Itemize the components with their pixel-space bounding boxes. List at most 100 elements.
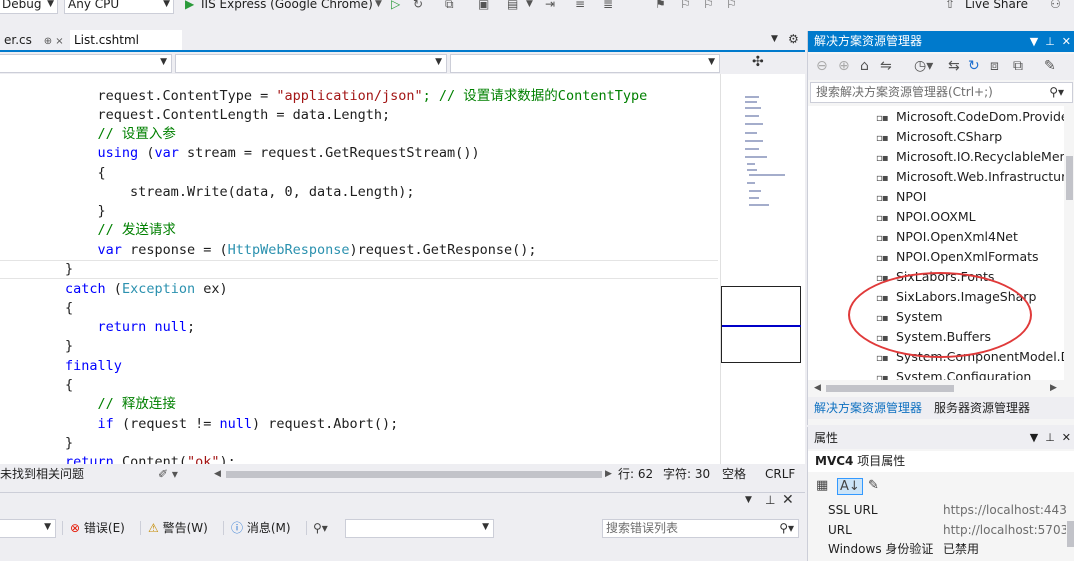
code-editor[interactable]: request.ContentType = "application/json"… [0,74,720,464]
solution-tree[interactable]: ▫▪ Microsoft.CodeDom.Providers ▫▪ Microsof… [808,106,1064,380]
gear-icon[interactable]: ⚙ [788,32,799,46]
chevron-down-icon[interactable]: ▼ [375,0,382,11]
live-share-icon[interactable]: ⇧ [945,0,955,11]
scroll-map[interactable] [720,74,805,464]
property-row[interactable]: Windows 身份验证 已禁用 [808,540,1066,559]
solution-explorer: 解决方案资源管理器 ▼ ⊥ ✕ ⊖ ⊕ ⌂ ⇋ ◷▾ ⇆ ↻ ⧈ ⧉ ✎ 搜索解… [807,31,1074,425]
char-indicator[interactable]: 字符: 30 [663,464,710,484]
reference-item[interactable]: ▫▪ System.Configuration [876,367,1031,380]
reference-item[interactable]: ▫▪ Microsoft.Web.Infrastructure [876,167,1064,187]
layout-icon[interactable]: ▤ [507,0,518,11]
comment-icon[interactable]: ≡ [575,0,585,11]
line-ending-indicator[interactable]: CRLF [765,464,795,484]
collapse-all-icon[interactable]: ⧈ [990,58,999,74]
reference-item[interactable]: ▫▪ NPOI.OOXML [876,207,976,227]
browser-link-icon[interactable]: ⧉ [445,0,454,11]
search-icon[interactable]: ⚲▾ [779,520,794,537]
folder-icon[interactable]: ▣ [478,0,489,11]
pin-icon[interactable]: ⊥ [765,493,775,507]
reference-item[interactable]: ▫▪ Microsoft.CSharp [876,127,1002,147]
forward-icon[interactable]: ⊕ [838,58,850,74]
vertical-scrollbar[interactable] [1066,519,1074,559]
panel-controls[interactable]: ▼ ⊥ ✕ [1030,427,1071,449]
show-all-files-icon[interactable]: ⧉ [1013,58,1023,74]
run-target-button[interactable]: IIS Express (Google Chrome) [201,0,373,12]
platform-dropdown[interactable]: Any CPU ▼ [64,0,174,14]
solution-search-input[interactable]: 搜索解决方案资源管理器(Ctrl+;) ⚲▾ [810,82,1073,103]
prev-bookmark-icon[interactable]: ⚐ [680,0,691,11]
code-cleanup-icon[interactable]: ✐ ▾ [158,464,178,484]
scrollbar-thumb[interactable] [826,385,954,392]
messages-filter-button[interactable]: ⓘ 消息(M) [231,517,291,539]
scroll-left-icon[interactable]: ◀ [814,383,821,393]
history-icon[interactable]: ◷▾ [914,58,933,74]
tab-solution-explorer[interactable]: 解决方案资源管理器 [814,397,922,419]
scope-dropdown[interactable]: ▼ [0,519,56,538]
scrollbar-thumb[interactable] [1066,156,1073,200]
next-bookmark-icon[interactable]: ⚐ [703,0,714,11]
tab-controller[interactable]: er.cs ⊕ × [0,30,68,50]
scrollbar-thumb[interactable] [1067,521,1074,547]
project-dropdown[interactable]: ▼ [0,54,172,73]
property-pages-icon[interactable]: ✎ [868,478,879,493]
switch-views-icon[interactable]: ⇋ [880,58,892,74]
reference-item[interactable]: ▫▪ NPOI.OpenXmlFormats [876,247,1039,267]
line-indicator[interactable]: 行: 62 [618,464,653,484]
search-icon[interactable]: ⚲▾ [1049,83,1064,102]
live-share-button[interactable]: Live Share [965,0,1028,12]
whitespace-indicator[interactable]: 空格 [722,464,746,484]
reference-item[interactable]: ▫▪ NPOI [876,187,926,207]
divider [140,521,141,535]
keyword: return [97,319,147,335]
sync-icon[interactable]: ⇆ [948,58,960,74]
scroll-right-icon[interactable]: ▶ [605,464,612,484]
errors-filter-button[interactable]: ⊗ 错误(E) [70,517,125,539]
code-line: } [0,241,73,277]
close-icon[interactable]: ⊕ × [44,36,64,47]
alphabetical-icon[interactable]: A↓ [837,478,863,495]
vertical-scrollbar[interactable] [1064,106,1074,380]
reference-item[interactable]: ▫▪ Microsoft.CodeDom.Providers [876,107,1064,127]
scroll-right-icon[interactable]: ▶ [1050,383,1057,393]
error-search-input[interactable]: 搜索错误列表 ⚲▾ [602,519,799,538]
refresh-icon[interactable]: ↻ [413,0,423,11]
refresh-icon[interactable]: ↻ [968,58,980,74]
back-icon[interactable]: ⊖ [816,58,828,74]
filter-icon[interactable]: ⚲▾ [313,517,328,539]
horizontal-scrollbar[interactable] [226,471,602,478]
configuration-dropdown[interactable]: Debug ▼ [0,0,58,14]
reference-item[interactable]: ▫▪ Microsoft.IO.RecyclableMemory [876,147,1064,167]
horizontal-scrollbar[interactable]: ◀ ▶ [808,381,1064,395]
reference-item[interactable]: ▫▪ NPOI.OpenXml4Net [876,227,1018,247]
property-object-selector[interactable]: MVC4 项目属性 [808,451,1074,472]
solution-explorer-toolbar: ⊖ ⊕ ⌂ ⇋ ◷▾ ⇆ ↻ ⧈ ⧉ ✎ [808,54,1074,80]
property-row[interactable]: SSL URL https://localhost:443 [808,501,1066,520]
indent-icon[interactable]: ⇥ [545,0,555,11]
type-dropdown[interactable]: ▼ [175,54,447,73]
platform-value: Any CPU [68,0,120,11]
tab-server-explorer[interactable]: 服务器资源管理器 [934,397,1030,419]
scroll-map-viewport[interactable] [721,286,801,363]
uncomment-icon[interactable]: ≣ [603,0,613,11]
panel-controls[interactable]: ▼ ⊥ ✕ [1030,31,1071,52]
start-without-debug-icon[interactable]: ▷ [391,0,400,11]
issues-status[interactable]: 未找到相关问题 [0,464,84,484]
home-icon[interactable]: ⌂ [860,58,869,74]
properties-icon[interactable]: ✎ [1044,58,1056,74]
property-row[interactable]: URL http://localhost:5703 [808,521,1066,540]
tab-list-cshtml[interactable]: List.cshtml [70,30,182,50]
categorized-icon[interactable]: ▦ [816,478,828,493]
member-dropdown[interactable]: ▼ [450,54,720,73]
chevron-down-icon[interactable]: ▼ [526,0,533,11]
close-icon[interactable]: ✕ [782,492,794,508]
tab-overflow-icon[interactable]: ▼ [771,34,778,44]
run-icon[interactable]: ▶ [185,0,194,11]
panel-menu-icon[interactable]: ▼ [745,495,752,505]
bookmark-icon[interactable]: ⚑ [655,0,666,11]
split-editor-icon[interactable]: ✣ [752,54,764,70]
warnings-filter-button[interactable]: ⚠ 警告(W) [148,517,208,539]
account-icon[interactable]: ⚇ [1050,0,1061,11]
build-filter-dropdown[interactable]: ▼ [345,519,494,538]
scroll-left-icon[interactable]: ◀ [214,464,221,484]
clear-bookmarks-icon[interactable]: ⚐ [726,0,737,11]
